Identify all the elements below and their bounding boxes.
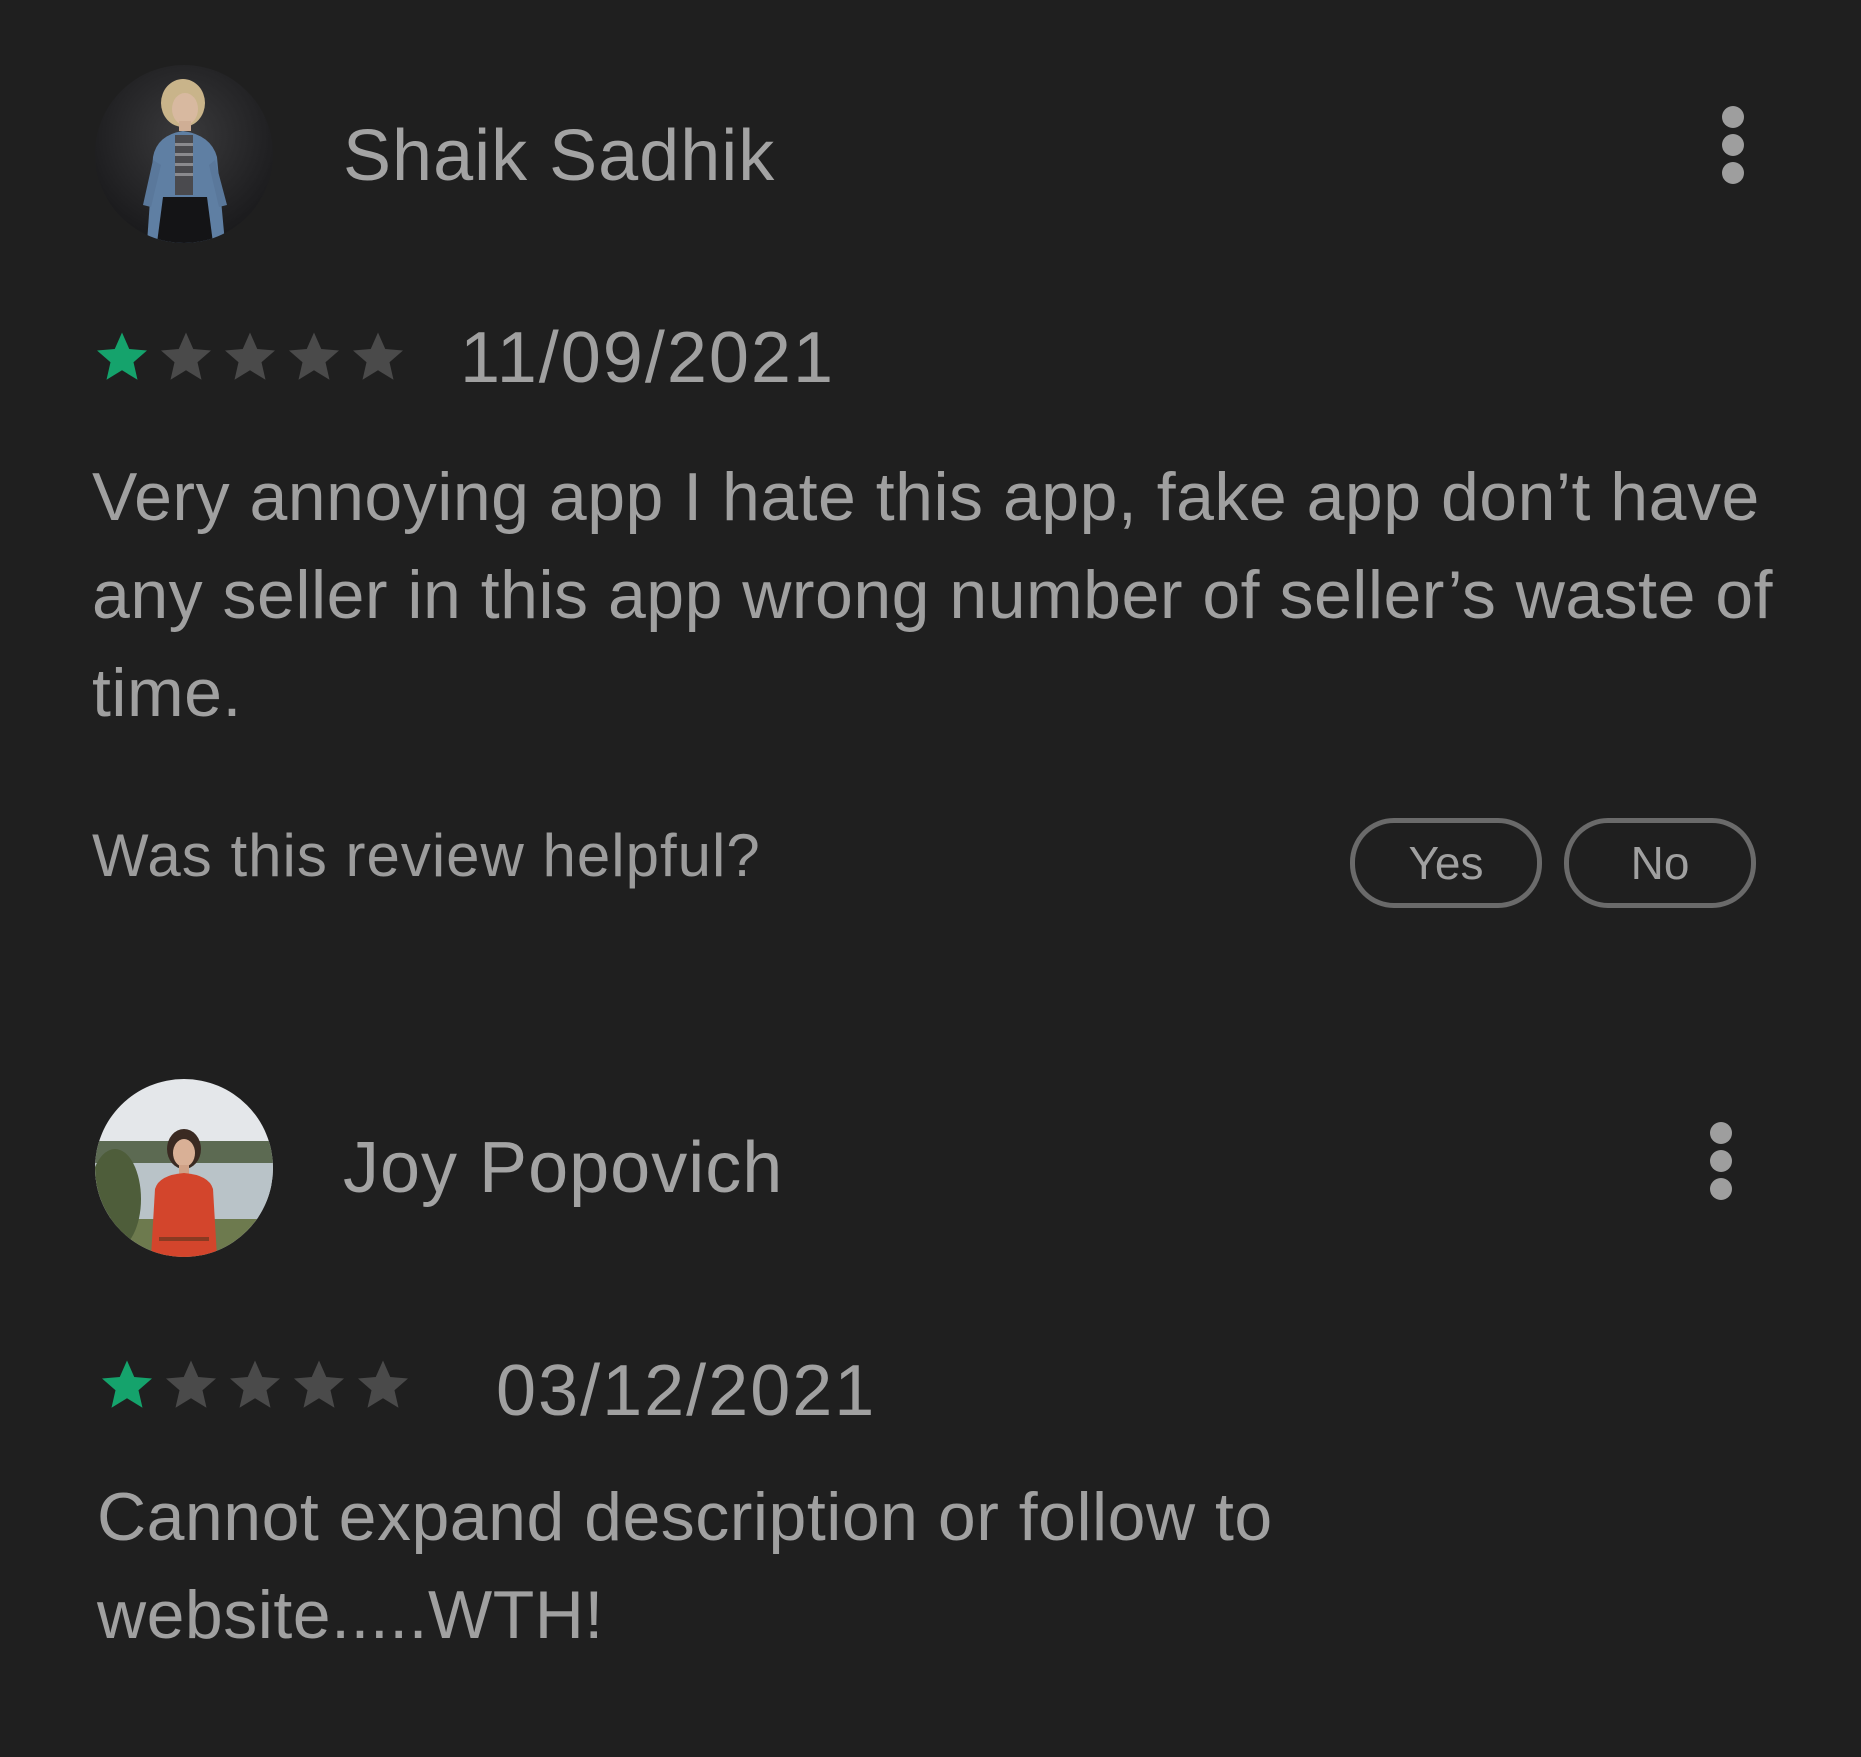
review-card: Shaik Sadhik 11/09/2021 Very annoying ap… [0,0,1861,1000]
star-empty-icon [353,1355,413,1415]
star-filled-icon [97,1355,157,1415]
menu-dot [1710,1122,1732,1144]
avatar-photo-icon [95,1079,273,1257]
avatar-photo-icon [95,65,273,243]
review-date: 03/12/2021 [496,1351,877,1431]
reviewer-avatar[interactable] [95,1079,273,1257]
menu-dot [1722,134,1744,156]
star-rating [97,1350,417,1420]
star-rating [92,322,412,392]
menu-dot [1722,162,1744,184]
reviewer-name: Joy Popovich [343,1128,784,1208]
review-text: Very annoying app I hate this app, fake … [92,459,1773,731]
reviewer-avatar[interactable] [95,65,273,243]
helpful-yes-button[interactable]: Yes [1350,818,1542,908]
reviewer-name: Shaik Sadhik [343,116,776,196]
star-empty-icon [289,1355,349,1415]
menu-dot [1710,1178,1732,1200]
more-vertical-icon[interactable] [1702,100,1762,200]
star-empty-icon [161,1355,221,1415]
reviews-screen: Shaik Sadhik 11/09/2021 Very annoying ap… [0,0,1861,1757]
helpful-question: Was this review helpful? [92,822,761,889]
star-empty-icon [156,327,216,387]
review-text: Cannot expand description or follow to w… [97,1479,1273,1653]
star-empty-icon [348,327,408,387]
review-card: Joy Popovich 03/12/2021 Cannot expand de… [0,1015,1861,1757]
star-empty-icon [220,327,280,387]
more-vertical-icon[interactable] [1690,1122,1750,1222]
review-date: 11/09/2021 [460,318,836,398]
star-empty-icon [284,327,344,387]
star-empty-icon [225,1355,285,1415]
menu-dot [1722,106,1744,128]
menu-dot [1710,1150,1732,1172]
helpful-no-button[interactable]: No [1564,818,1756,908]
star-filled-icon [92,327,152,387]
